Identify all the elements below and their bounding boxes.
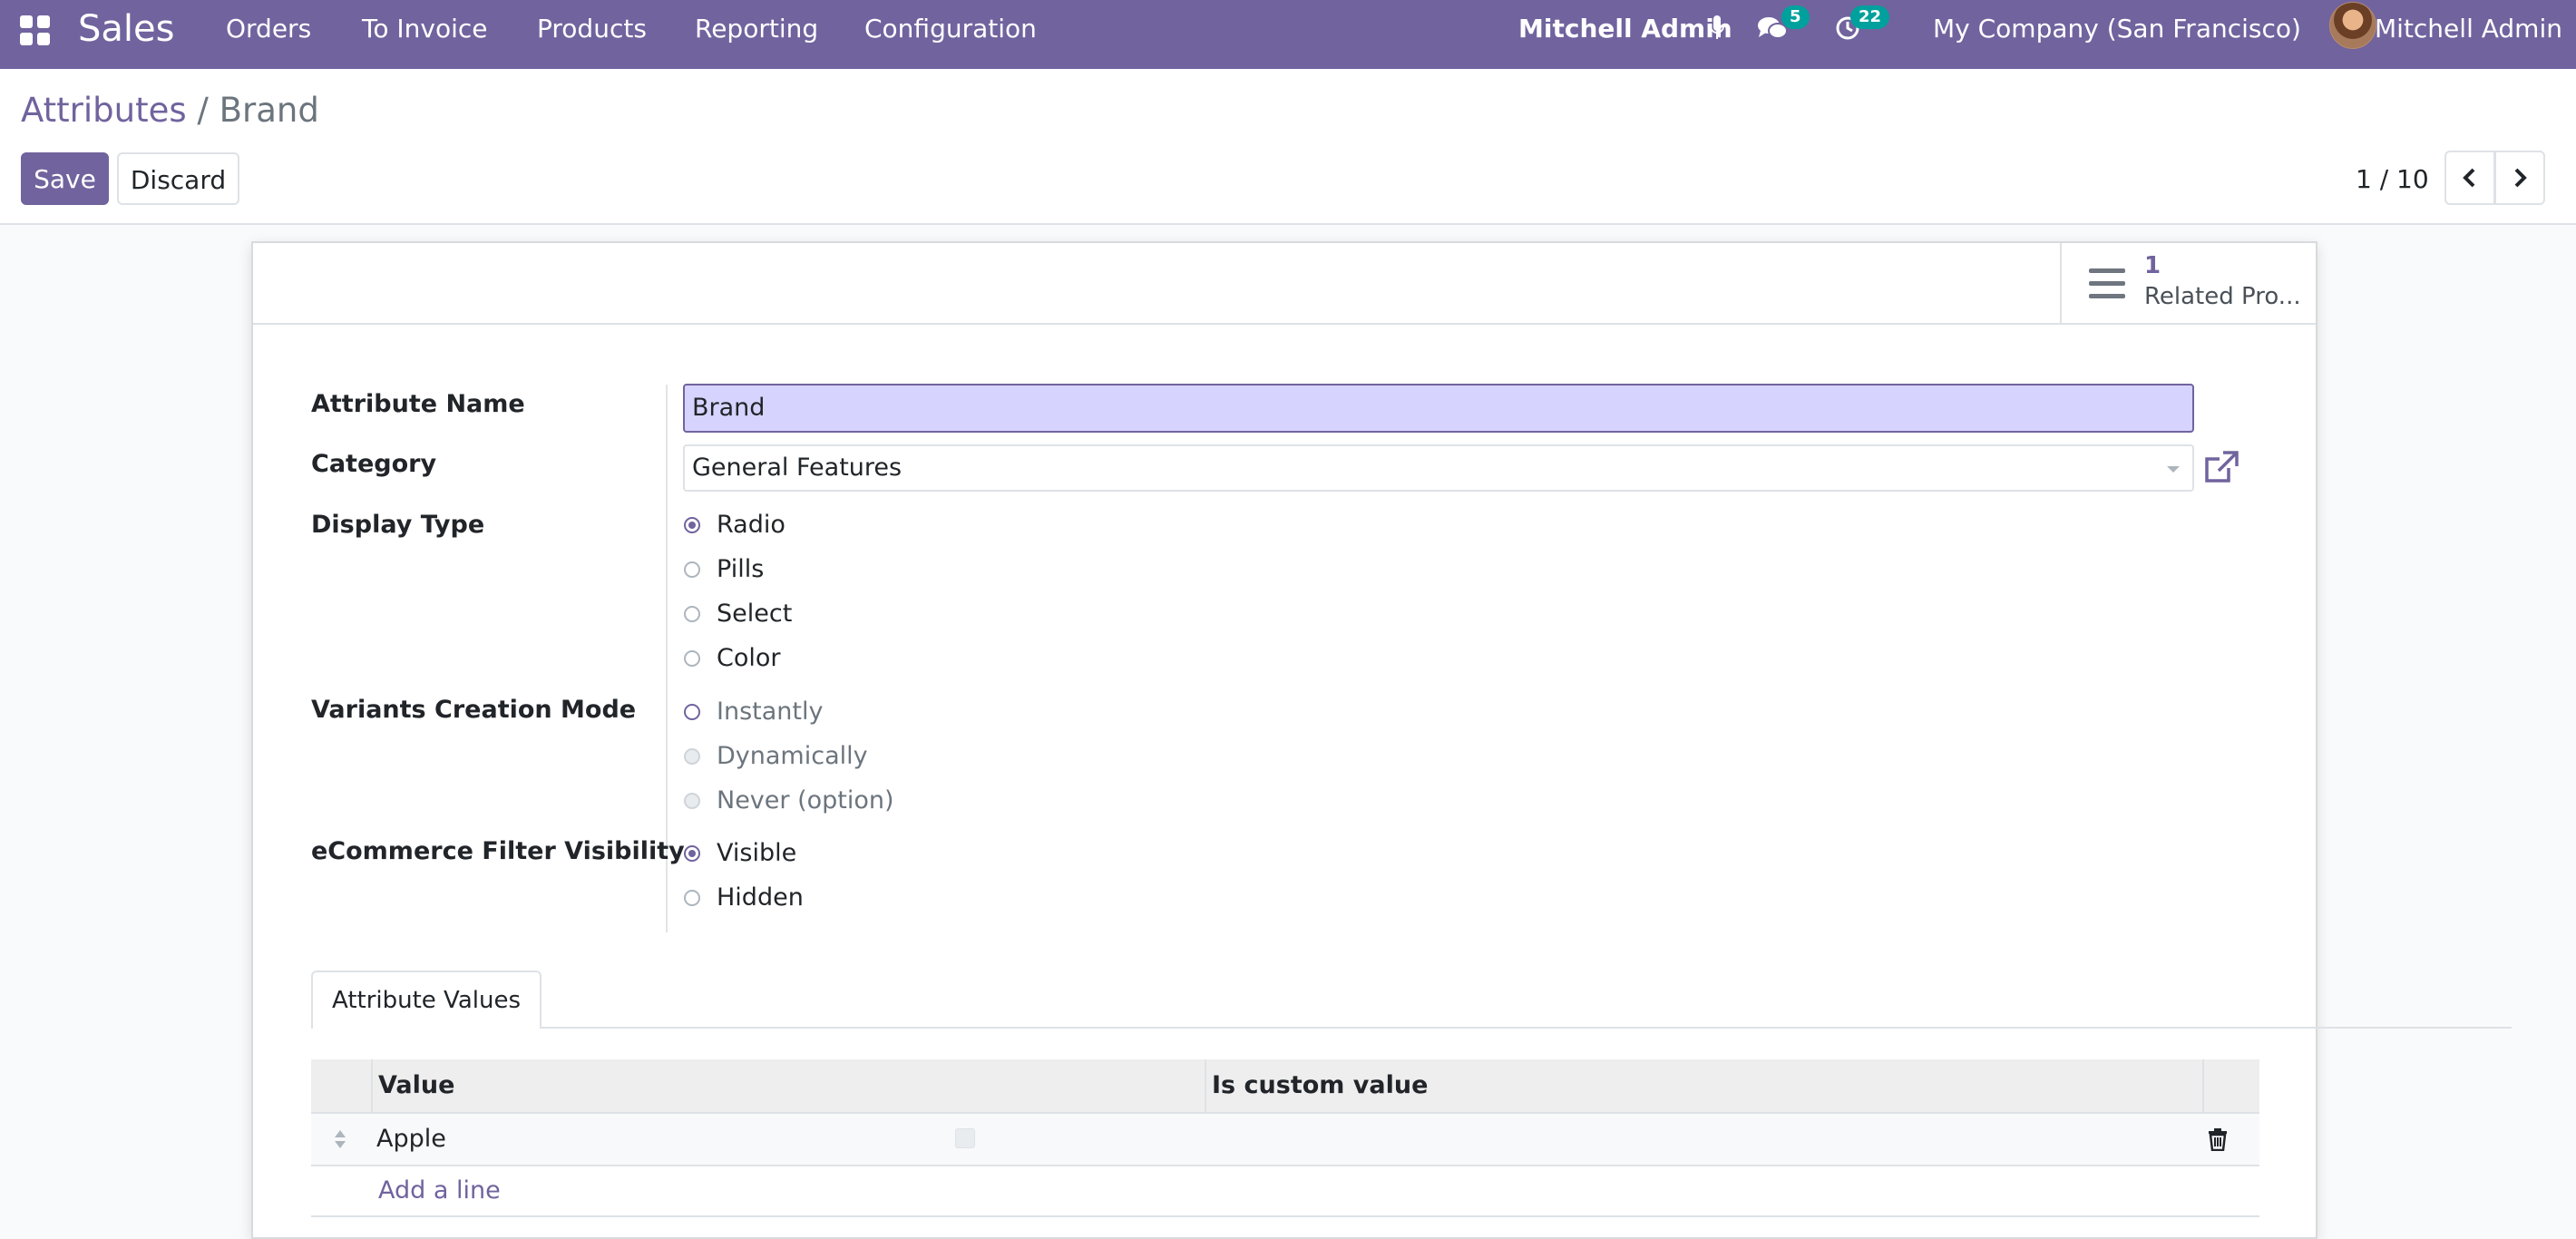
add-a-line-link[interactable]: Add a line bbox=[378, 1166, 501, 1215]
variants-never-option[interactable]: Never (option) bbox=[684, 785, 894, 817]
pager-value[interactable]: 1 / 10 bbox=[2356, 163, 2429, 196]
company-switcher[interactable]: My Company (San Francisco) bbox=[1933, 15, 2301, 44]
table-row[interactable]: Apple bbox=[311, 1114, 2259, 1166]
radio-option-label: Dynamically bbox=[717, 742, 868, 770]
chevron-left-icon bbox=[2463, 168, 2475, 188]
radio-option-label: Never (option) bbox=[717, 786, 894, 815]
menu-orders[interactable]: Orders bbox=[226, 15, 311, 44]
form-sheet: 1 Related Pro... Attribute Name Brand Ca… bbox=[251, 241, 2512, 1239]
chevron-right-icon bbox=[2514, 168, 2527, 188]
radio-checked-icon[interactable] bbox=[684, 845, 700, 862]
user-menu[interactable]: Mitchell Admin bbox=[2375, 15, 2562, 44]
category-label: Category bbox=[311, 450, 437, 478]
trash-icon[interactable] bbox=[2206, 1127, 2230, 1151]
category-value: General Features bbox=[692, 454, 903, 482]
drag-handle-icon[interactable] bbox=[333, 1128, 347, 1150]
list-icon bbox=[2089, 268, 2125, 299]
radio-option-label: Hidden bbox=[717, 883, 804, 912]
radio-option-label: Pills bbox=[717, 555, 765, 583]
add-line-row: Add a line bbox=[311, 1166, 2259, 1217]
breadcrumb-current: Brand bbox=[219, 91, 319, 130]
radio-unchecked-icon[interactable] bbox=[684, 561, 700, 578]
related-products-button[interactable]: 1 Related Pro... bbox=[2060, 243, 2316, 323]
column-separator bbox=[2202, 1059, 2204, 1112]
variants-dynamically-option[interactable]: Dynamically bbox=[684, 740, 868, 773]
variants-instantly-option[interactable]: Instantly bbox=[684, 696, 823, 728]
ecommerce-hidden-option[interactable]: Hidden bbox=[684, 882, 804, 914]
tab-divider bbox=[542, 1027, 2512, 1029]
column-separator bbox=[371, 1059, 373, 1112]
column-header-is-custom-value[interactable]: Is custom value bbox=[1212, 1059, 1428, 1112]
radio-option-label: Radio bbox=[717, 511, 785, 539]
variants-creation-mode-label: Variants Creation Mode bbox=[311, 696, 637, 724]
microphone-icon[interactable] bbox=[1709, 15, 1725, 42]
app-name[interactable]: Sales bbox=[78, 9, 174, 49]
discard-button[interactable]: Discard bbox=[117, 152, 239, 205]
radio-disabled-icon[interactable] bbox=[684, 793, 700, 809]
button-box: 1 Related Pro... bbox=[253, 243, 2316, 325]
control-panel: Attributes / Brand Save Discard 1 / 10 bbox=[0, 69, 2576, 225]
menu-to-invoice[interactable]: To Invoice bbox=[362, 15, 487, 44]
menu-reporting[interactable]: Reporting bbox=[695, 15, 818, 44]
display-type-select-option[interactable]: Select bbox=[684, 598, 792, 630]
radio-unchecked-icon[interactable] bbox=[684, 650, 700, 667]
column-separator bbox=[1205, 1059, 1206, 1112]
display-type-pills-option[interactable]: Pills bbox=[684, 553, 764, 586]
ecommerce-filter-visibility-label: eCommerce Filter Visibility bbox=[311, 837, 685, 865]
related-products-count: 1 bbox=[2144, 252, 2161, 279]
menu-configuration[interactable]: Configuration bbox=[864, 15, 1037, 44]
row-value-cell[interactable]: Apple bbox=[376, 1114, 446, 1165]
breadcrumb-attributes-link[interactable]: Attributes bbox=[21, 91, 187, 130]
pager-next-button[interactable] bbox=[2494, 151, 2545, 205]
attribute-name-input[interactable]: Brand bbox=[683, 384, 2194, 433]
is-custom-value-checkbox[interactable] bbox=[955, 1128, 975, 1148]
radio-disabled-icon[interactable] bbox=[684, 748, 700, 765]
display-type-radio-option[interactable]: Radio bbox=[684, 509, 785, 541]
current-user-label: Mitchell Admin bbox=[1518, 14, 1732, 44]
radio-option-label: Color bbox=[717, 644, 781, 672]
display-type-label: Display Type bbox=[311, 511, 485, 539]
messages-count-badge: 5 bbox=[1781, 5, 1810, 29]
display-type-color-option[interactable]: Color bbox=[684, 642, 781, 675]
column-header-value[interactable]: Value bbox=[378, 1059, 454, 1112]
external-link-icon[interactable] bbox=[2201, 448, 2241, 488]
radio-checked-icon[interactable] bbox=[684, 517, 700, 533]
attribute-name-label: Attribute Name bbox=[311, 390, 525, 418]
menu-products[interactable]: Products bbox=[537, 15, 647, 44]
radio-option-label: Visible bbox=[717, 839, 797, 867]
save-button[interactable]: Save bbox=[21, 152, 109, 205]
related-products-label: Related Pro... bbox=[2144, 283, 2301, 310]
category-select[interactable]: General Features bbox=[683, 444, 2194, 492]
activities-count-badge: 22 bbox=[1850, 5, 1890, 29]
apps-menu-icon[interactable] bbox=[20, 15, 51, 46]
tab-attribute-values[interactable]: Attribute Values bbox=[311, 971, 542, 1029]
ecommerce-visible-option[interactable]: Visible bbox=[684, 837, 796, 870]
radio-option-label: Instantly bbox=[717, 698, 824, 726]
radio-unchecked-icon[interactable] bbox=[684, 704, 700, 720]
radio-unchecked-icon[interactable] bbox=[684, 890, 700, 906]
pager-previous-button[interactable] bbox=[2444, 151, 2495, 205]
dropdown-caret-icon bbox=[2167, 466, 2180, 473]
breadcrumb-separator: / bbox=[197, 91, 209, 130]
table-header: Value Is custom value bbox=[311, 1059, 2259, 1114]
top-navbar: Sales Orders To Invoice Products Reporti… bbox=[0, 0, 2576, 69]
breadcrumb: Attributes / Brand bbox=[21, 91, 319, 131]
user-avatar[interactable] bbox=[2329, 2, 2376, 49]
radio-option-label: Select bbox=[717, 600, 793, 628]
radio-unchecked-icon[interactable] bbox=[684, 606, 700, 622]
